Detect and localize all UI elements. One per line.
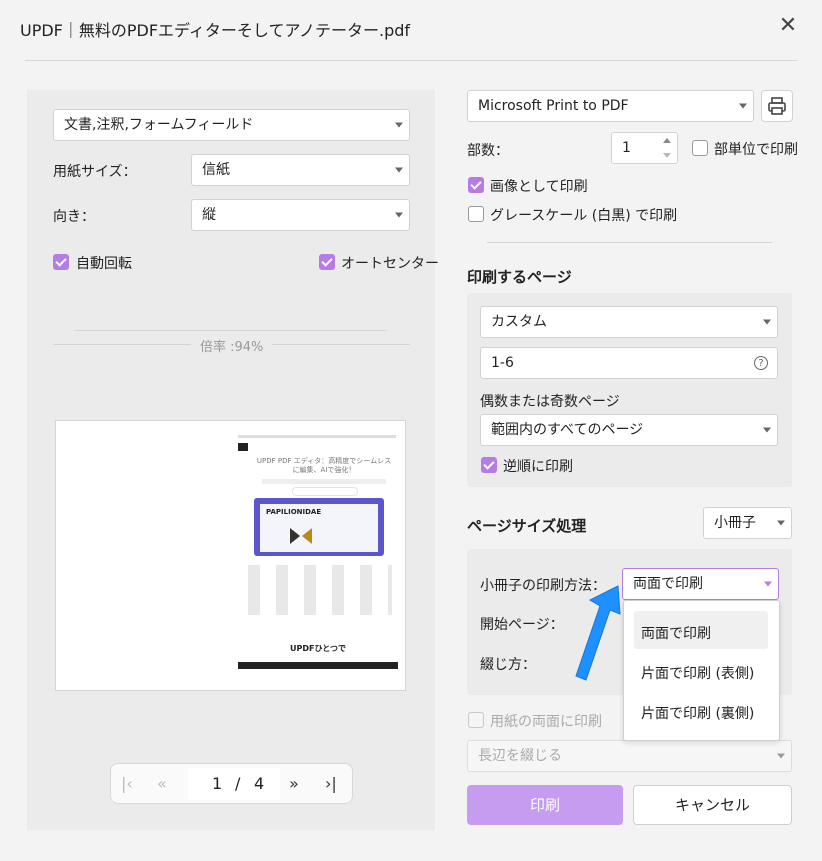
title-divider [25, 60, 797, 61]
auto-rotate-label: 自動回転 [76, 256, 132, 272]
stepper-up-icon[interactable] [663, 138, 671, 143]
first-page-icon[interactable]: |‹ [121, 774, 133, 793]
orientation-label: 向き： [53, 209, 95, 225]
copies-label: 部数： [467, 143, 509, 159]
dropdown-option-front[interactable]: 片面で印刷 (表側) [641, 663, 754, 683]
chevron-down-icon [777, 520, 785, 526]
cancel-button[interactable]: キャンセル [633, 785, 792, 825]
reverse-order-checkbox[interactable] [481, 457, 497, 473]
pages-section-title: 印刷するページ [467, 268, 572, 286]
reverse-order-label: 逆順に印刷 [503, 459, 573, 475]
content-select[interactable]: 文書,注釈,フォームフィールド [53, 109, 410, 141]
collate-checkbox[interactable] [692, 140, 708, 156]
copies-input[interactable]: 1 [611, 132, 678, 164]
previous-page-icon[interactable]: « [157, 774, 167, 793]
chevron-down-icon [763, 427, 771, 433]
preview-logo [238, 443, 248, 451]
print-button[interactable]: 印刷 [467, 785, 623, 825]
pages-mode-select[interactable]: カスタム [480, 306, 778, 338]
page-range-value: 1-6 [491, 355, 514, 371]
close-icon[interactable]: ✕ [776, 14, 800, 38]
butterfly-wing-icon [302, 528, 312, 544]
zoom-divider-left [53, 344, 191, 345]
paper-size-value: 信紙 [202, 162, 230, 178]
duplex-label: 用紙の両面に印刷 [490, 714, 602, 730]
chevron-down-icon [764, 581, 772, 587]
grayscale-label: グレースケール (白黒) で印刷 [490, 208, 678, 224]
collate-label: 部単位で印刷 [714, 142, 798, 158]
binding-label: 綴じ方： [480, 657, 536, 673]
printer-value: Microsoft Print to PDF [478, 98, 629, 114]
grayscale-checkbox[interactable] [468, 206, 484, 222]
chevron-down-icon [777, 753, 785, 759]
printer-icon[interactable] [761, 90, 793, 122]
paper-size-select[interactable]: 信紙 [191, 154, 410, 186]
dropdown-option-back[interactable]: 片面で印刷 (裏側) [641, 703, 754, 723]
zoom-slider-track[interactable] [75, 330, 387, 331]
preview-hero-image: PAPILIONIDAE [254, 498, 384, 556]
orientation-value: 縦 [202, 207, 216, 223]
next-page-icon[interactable]: » [289, 774, 299, 793]
printer-select[interactable]: Microsoft Print to PDF [467, 90, 754, 122]
chevron-down-icon [395, 122, 403, 128]
orientation-select[interactable]: 縦 [191, 199, 410, 231]
help-icon[interactable]: ? [754, 356, 768, 370]
preview-heading: UPDF PDF エディタ：高精度でシームレスに編集、AIで強化！ [256, 457, 392, 474]
auto-rotate-checkbox[interactable] [53, 254, 69, 270]
pages-mode-value: カスタム [491, 314, 547, 330]
butterfly-icon [290, 528, 300, 544]
preview-nav-bar [238, 435, 396, 438]
dropdown-option-duplex[interactable]: 両面で印刷 [641, 623, 711, 643]
chevron-down-icon [395, 167, 403, 173]
page-preview: UPDF PDF エディタ：高精度でシームレスに編集、AIで強化！ PAPILI… [55, 420, 406, 691]
last-page-icon[interactable]: ›| [325, 774, 337, 793]
odd-even-select[interactable]: 範囲内のすべてのページ [480, 414, 778, 446]
content-select-value: 文書,注釈,フォームフィールド [64, 117, 254, 133]
preview-subtext [262, 479, 386, 484]
current-page: 1 [212, 774, 223, 793]
pointer-arrow-icon [575, 585, 621, 681]
auto-center-checkbox[interactable] [319, 254, 335, 270]
zoom-label: 倍率 :94% [200, 340, 264, 355]
page-range-input[interactable]: 1-6 ? [480, 347, 778, 379]
chevron-down-icon [739, 103, 747, 109]
page-separator: / [235, 774, 241, 793]
section-divider [487, 242, 772, 243]
preview-feature-grid [248, 565, 392, 615]
booklet-method-dropdown: 両面で印刷 片面で印刷 (表側) 片面で印刷 (裏側) [623, 600, 780, 741]
page-navigator: |‹ « 1 / 4 » ›| [110, 763, 353, 804]
paper-size-label: 用紙サイズ： [53, 164, 137, 180]
edge-select[interactable]: 長辺を綴じる [467, 740, 792, 772]
preview-footer-heading: UPDFひとつで [290, 644, 346, 653]
zoom-divider-right [272, 344, 410, 345]
preview-button [292, 487, 358, 496]
page-sizing-value: 小冊子 [714, 515, 756, 531]
page-sizing-select[interactable]: 小冊子 [703, 507, 792, 539]
preview-image-text: PAPILIONIDAE [266, 508, 322, 516]
booklet-method-select[interactable]: 両面で印刷 [622, 568, 779, 600]
duplex-checkbox[interactable] [468, 712, 484, 728]
odd-even-label: 偶数または奇数ページ [480, 394, 620, 410]
odd-even-value: 範囲内のすべてのページ [491, 422, 644, 438]
edge-value: 長辺を綴じる [478, 748, 562, 764]
total-pages: 4 [254, 774, 265, 793]
stepper-down-icon[interactable] [663, 153, 671, 158]
print-as-image-label: 画像として印刷 [490, 179, 588, 195]
print-as-image-checkbox[interactable] [468, 177, 484, 193]
copies-value: 1 [622, 140, 631, 156]
page-sizing-title: ページサイズ処理 [467, 517, 587, 535]
window-title: UPDF｜無料のPDFエディターそしてアノテーター.pdf [20, 21, 411, 40]
start-page-label: 開始ページ： [480, 617, 564, 633]
page-number-box[interactable] [188, 768, 280, 800]
printer-glyph [768, 97, 786, 115]
chevron-down-icon [395, 212, 403, 218]
auto-center-label: オートセンター [341, 256, 439, 272]
preview-footer-bar [238, 662, 398, 669]
booklet-method-value: 両面で印刷 [633, 576, 703, 592]
chevron-down-icon [763, 319, 771, 325]
